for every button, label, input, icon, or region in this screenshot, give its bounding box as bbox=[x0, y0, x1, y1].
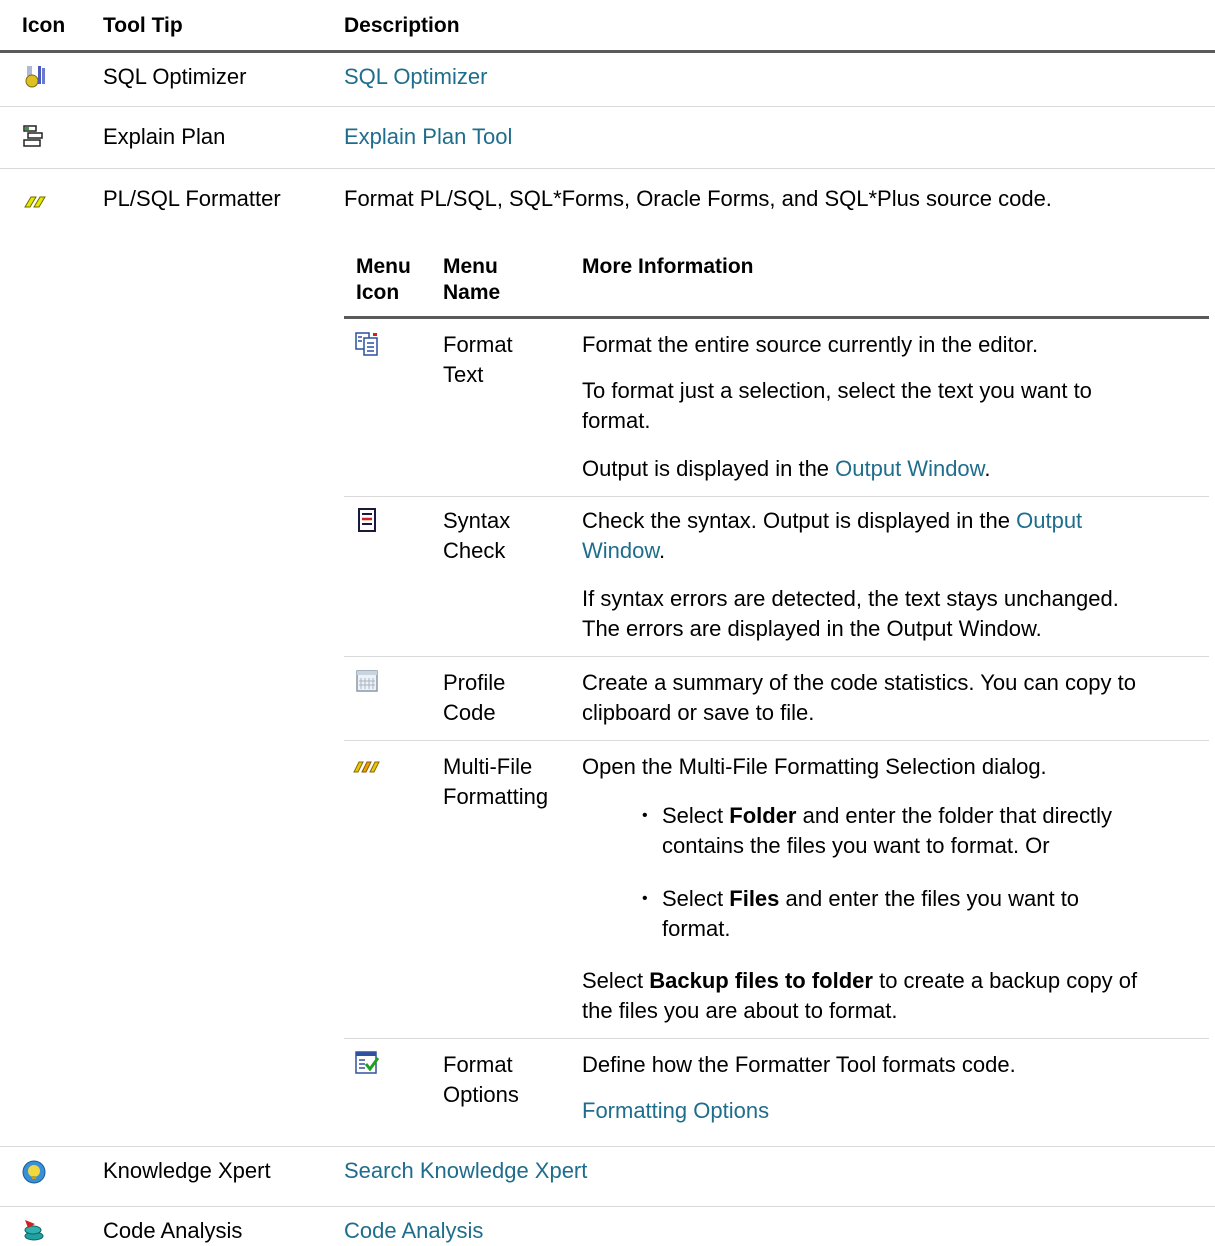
row-divider bbox=[0, 1206, 1215, 1207]
tooltip-sql-optimizer: SQL Optimizer bbox=[103, 64, 247, 89]
header-rule bbox=[0, 50, 1215, 53]
tooltip-explain-plan: Explain Plan bbox=[103, 124, 226, 149]
syntax-check-icon bbox=[358, 508, 376, 532]
link-formatting-options[interactable]: Formatting Options bbox=[582, 1096, 769, 1126]
multi-file-bullet-folder: Select Folder and enter the folder that … bbox=[642, 801, 1112, 861]
nested-header-more-info: More Information bbox=[582, 255, 754, 278]
link-sql-optimizer[interactable]: SQL Optimizer bbox=[344, 62, 487, 92]
menu-name-multi-file-formatting: Multi-File Formatting bbox=[443, 754, 549, 809]
multi-file-formatting-icon bbox=[353, 761, 380, 773]
header-tooltip: Tool Tip bbox=[103, 14, 183, 37]
menu-name-syntax-check: Syntax Check bbox=[443, 508, 511, 563]
link-search-knowledge-xpert[interactable]: Search Knowledge Xpert bbox=[344, 1156, 587, 1186]
nested-header-menu-icon: Menu Icon bbox=[356, 255, 411, 304]
syntax-check-info-1: Check the syntax. Output is displayed in… bbox=[582, 508, 1083, 563]
nested-header-menu-name: Menu Name bbox=[443, 255, 501, 304]
nested-row-divider bbox=[344, 496, 1209, 497]
tooltip-knowledge-xpert: Knowledge Xpert bbox=[103, 1158, 271, 1183]
multi-file-bullet-files: Select Files and enter the files you wan… bbox=[642, 884, 1079, 944]
profile-code-icon bbox=[356, 670, 378, 692]
sql-optimizer-icon bbox=[25, 66, 45, 88]
link-output-window[interactable]: Window bbox=[582, 538, 659, 563]
profile-code-info: Create a summary of the code statistics.… bbox=[582, 670, 1136, 725]
header-icon: Icon bbox=[22, 14, 66, 37]
nested-row-divider bbox=[344, 1038, 1209, 1039]
code-analysis-icon bbox=[24, 1220, 44, 1241]
format-options-icon bbox=[355, 1051, 379, 1074]
row-divider bbox=[0, 1146, 1215, 1147]
header-description: Description bbox=[344, 14, 460, 37]
formatter-icon bbox=[24, 196, 46, 208]
link-output-window[interactable]: Output bbox=[1016, 508, 1082, 533]
explain-plan-icon bbox=[23, 125, 43, 147]
tooltip-code-analysis: Code Analysis bbox=[103, 1218, 243, 1243]
nested-header-rule bbox=[344, 316, 1209, 319]
tooltip-plsql-formatter: PL/SQL Formatter bbox=[103, 186, 281, 211]
formatter-description: Format PL/SQL, SQL*Forms, Oracle Forms, … bbox=[344, 186, 1052, 211]
format-text-info-2: To format just a selection, select the t… bbox=[582, 378, 1092, 433]
link-code-analysis[interactable]: Code Analysis bbox=[344, 1216, 483, 1246]
format-text-icon bbox=[355, 332, 378, 356]
multi-file-info-1: Open the Multi-File Formatting Selection… bbox=[582, 754, 1047, 779]
menu-name-format-options: Format Options bbox=[443, 1052, 519, 1107]
link-output-window[interactable]: Output Window bbox=[835, 456, 984, 481]
format-text-info-3: Output is displayed in the Output Window… bbox=[582, 456, 991, 481]
syntax-check-info-2: If syntax errors are detected, the text … bbox=[582, 586, 1119, 641]
row-divider bbox=[0, 168, 1215, 169]
format-text-info-1: Format the entire source currently in th… bbox=[582, 332, 1039, 357]
nested-row-divider bbox=[344, 656, 1209, 657]
knowledge-xpert-icon bbox=[22, 1160, 46, 1184]
row-divider bbox=[0, 106, 1215, 107]
menu-name-profile-code: Profile Code bbox=[443, 670, 506, 725]
format-options-info: Define how the Formatter Tool formats co… bbox=[582, 1052, 1016, 1077]
multi-file-info-2: Select Backup files to folder to create … bbox=[582, 968, 1138, 1023]
link-explain-plan-tool[interactable]: Explain Plan Tool bbox=[344, 122, 512, 152]
menu-name-format-text: Format Text bbox=[443, 332, 513, 387]
nested-row-divider bbox=[344, 740, 1209, 741]
